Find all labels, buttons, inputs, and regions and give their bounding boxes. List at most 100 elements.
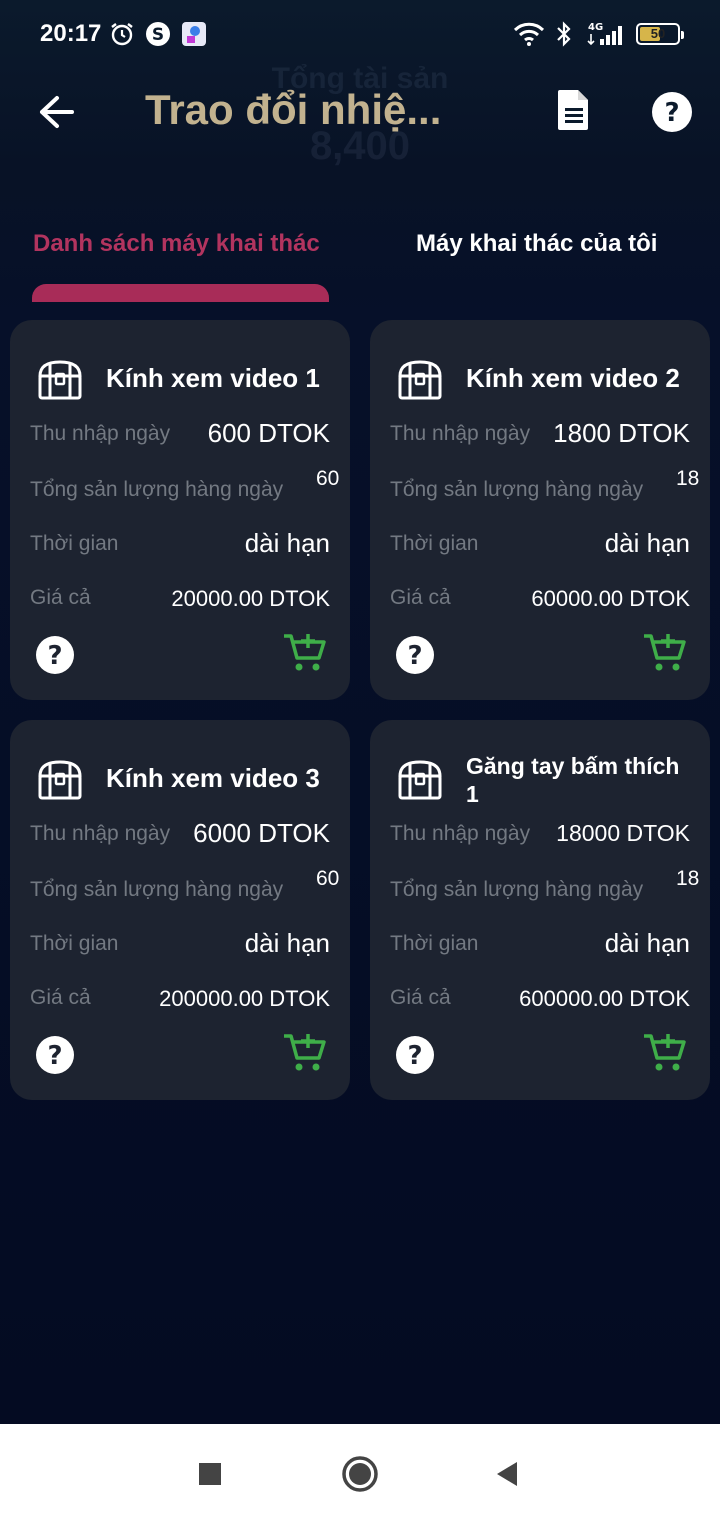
add-to-cart-icon — [644, 1034, 686, 1071]
document-button[interactable] — [554, 88, 598, 134]
help-icon: ? — [396, 636, 434, 674]
daily-income-row: Thu nhập ngày 600 DTOK — [30, 416, 330, 456]
treasure-chest-icon — [396, 358, 444, 402]
daily-income-label: Thu nhập ngày — [30, 422, 171, 445]
daily-income-row: Thu nhập ngày 1800 DTOK — [390, 416, 690, 456]
add-to-cart-icon — [284, 1034, 326, 1071]
treasure-chest-icon-graphic — [398, 360, 442, 400]
daily-output-value: 60 — [316, 867, 340, 890]
document-icon — [558, 90, 588, 130]
add-to-cart-icon — [644, 634, 686, 671]
daily-output-value: 18 — [676, 467, 700, 490]
help-button[interactable]: ? — [650, 90, 694, 134]
duration-row: Thời gian dài hạn — [30, 926, 330, 966]
svg-text:?: ? — [47, 1041, 62, 1071]
back-icon — [497, 1462, 517, 1486]
duration-row: Thời gian dài hạn — [30, 526, 330, 566]
back-button[interactable] — [34, 90, 78, 134]
daily-output-label: Tổng sản lượng hàng ngày — [390, 478, 644, 501]
price-label: Giá cả — [30, 986, 91, 1009]
daily-income-value: 18000 DTOK — [556, 820, 690, 846]
daily-output-value: 18 — [676, 867, 700, 890]
s-app-icon: S — [144, 20, 172, 48]
daily-income-value: 600 DTOK — [207, 418, 330, 448]
price-label: Giá cả — [30, 586, 91, 609]
card-help-button[interactable]: ? — [394, 634, 436, 676]
daily-income-row: Thu nhập ngày 6000 DTOK — [30, 816, 330, 856]
svg-text:?: ? — [407, 1041, 422, 1071]
duration-value: dài hạn — [244, 528, 330, 558]
price-label: Giá cả — [390, 986, 451, 1009]
help-icon: ? — [396, 1036, 434, 1074]
card-help-button[interactable]: ? — [34, 634, 76, 676]
duration-value: dài hạn — [244, 928, 330, 958]
miner-card: Kính xem video 3 Thu nhập ngày 6000 DTOK… — [10, 720, 350, 1100]
price-row: Giá cả 200000.00 DTOK — [30, 982, 330, 1022]
treasure-chest-icon-graphic — [38, 760, 82, 800]
miner-card: Găng tay bấm thích 1 Thu nhập ngày 18000… — [370, 720, 710, 1100]
price-row: Giá cả 60000.00 DTOK — [390, 582, 690, 622]
battery-icon: 50 — [636, 23, 684, 45]
miner-card: Kính xem video 2 Thu nhập ngày 1800 DTOK… — [370, 320, 710, 700]
daily-income-label: Thu nhập ngày — [30, 822, 171, 845]
card-help-button[interactable]: ? — [34, 1034, 76, 1076]
status-bar: 20:17 S 4G 50 — [0, 0, 720, 70]
add-to-cart-icon — [284, 634, 326, 671]
duration-row: Thời gian dài hạn — [390, 526, 690, 566]
daily-income-value: 1800 DTOK — [553, 418, 690, 448]
daily-output-label: Tổng sản lượng hàng ngày — [390, 878, 644, 901]
duration-row: Thời gian dài hạn — [390, 926, 690, 966]
treasure-chest-icon — [36, 358, 84, 402]
price-row: Giá cả 20000.00 DTOK — [30, 582, 330, 622]
svg-text:?: ? — [664, 98, 679, 128]
help-icon: ? — [652, 92, 692, 132]
card-title: Kính xem video 3 — [106, 763, 320, 793]
recent-apps-button[interactable] — [190, 1454, 230, 1494]
svg-text:?: ? — [47, 641, 62, 671]
price-value: 20000.00 DTOK — [171, 586, 330, 611]
app-screen: Tổng tài sản 8,400 20:17 S 4G 50 Trao đổ… — [0, 0, 720, 1424]
tab-my-miners[interactable]: Máy khai thác của tôi — [416, 230, 657, 258]
card-title: Găng tay bấm thích 1 — [466, 753, 680, 807]
alarm-icon — [108, 20, 136, 48]
add-to-cart-button[interactable] — [642, 1030, 686, 1074]
daily-income-row: Thu nhập ngày 18000 DTOK — [390, 816, 690, 856]
daily-income-label: Thu nhập ngày — [390, 422, 531, 445]
home-icon — [342, 1456, 378, 1492]
price-row: Giá cả 600000.00 DTOK — [390, 982, 690, 1022]
treasure-chest-icon-graphic — [38, 360, 82, 400]
price-value: 60000.00 DTOK — [531, 586, 690, 611]
price-value: 200000.00 DTOK — [159, 986, 330, 1011]
network-type: 4G — [588, 22, 603, 33]
daily-output-row: Tổng sản lượng hàng ngày 60 — [30, 866, 340, 922]
add-to-cart-button[interactable] — [282, 630, 326, 674]
svg-text:S: S — [152, 25, 164, 45]
system-back-button[interactable] — [486, 1454, 526, 1494]
daily-output-value: 60 — [316, 467, 340, 490]
duration-label: Thời gian — [30, 932, 119, 955]
help-icon: ? — [36, 636, 74, 674]
price-value: 600000.00 DTOK — [519, 986, 690, 1011]
daily-output-row: Tổng sản lượng hàng ngày 60 — [30, 466, 340, 522]
active-tab-indicator — [32, 284, 329, 302]
miner-card: Kính xem video 1 Thu nhập ngày 600 DTOK … — [10, 320, 350, 700]
app-header: Trao đổi nhiệ... ? — [0, 70, 720, 154]
app-icon — [180, 20, 208, 48]
duration-label: Thời gian — [30, 532, 119, 555]
duration-value: dài hạn — [604, 928, 690, 958]
add-to-cart-button[interactable] — [282, 1030, 326, 1074]
signal-icon: 4G — [586, 20, 628, 48]
duration-value: dài hạn — [604, 528, 690, 558]
card-help-button[interactable]: ? — [394, 1034, 436, 1076]
home-button[interactable] — [340, 1454, 380, 1494]
bluetooth-icon — [554, 20, 574, 48]
recent-apps-icon — [199, 1463, 221, 1485]
card-title: Kính xem video 2 — [466, 363, 680, 393]
tab-miner-list[interactable]: Danh sách máy khai thác — [33, 230, 320, 258]
svg-text:?: ? — [407, 641, 422, 671]
daily-output-row: Tổng sản lượng hàng ngày 18 — [390, 466, 700, 522]
add-to-cart-button[interactable] — [642, 630, 686, 674]
page-title: Trao đổi nhiệ... — [145, 86, 442, 133]
back-arrow-icon — [40, 96, 74, 128]
treasure-chest-icon — [396, 758, 444, 802]
